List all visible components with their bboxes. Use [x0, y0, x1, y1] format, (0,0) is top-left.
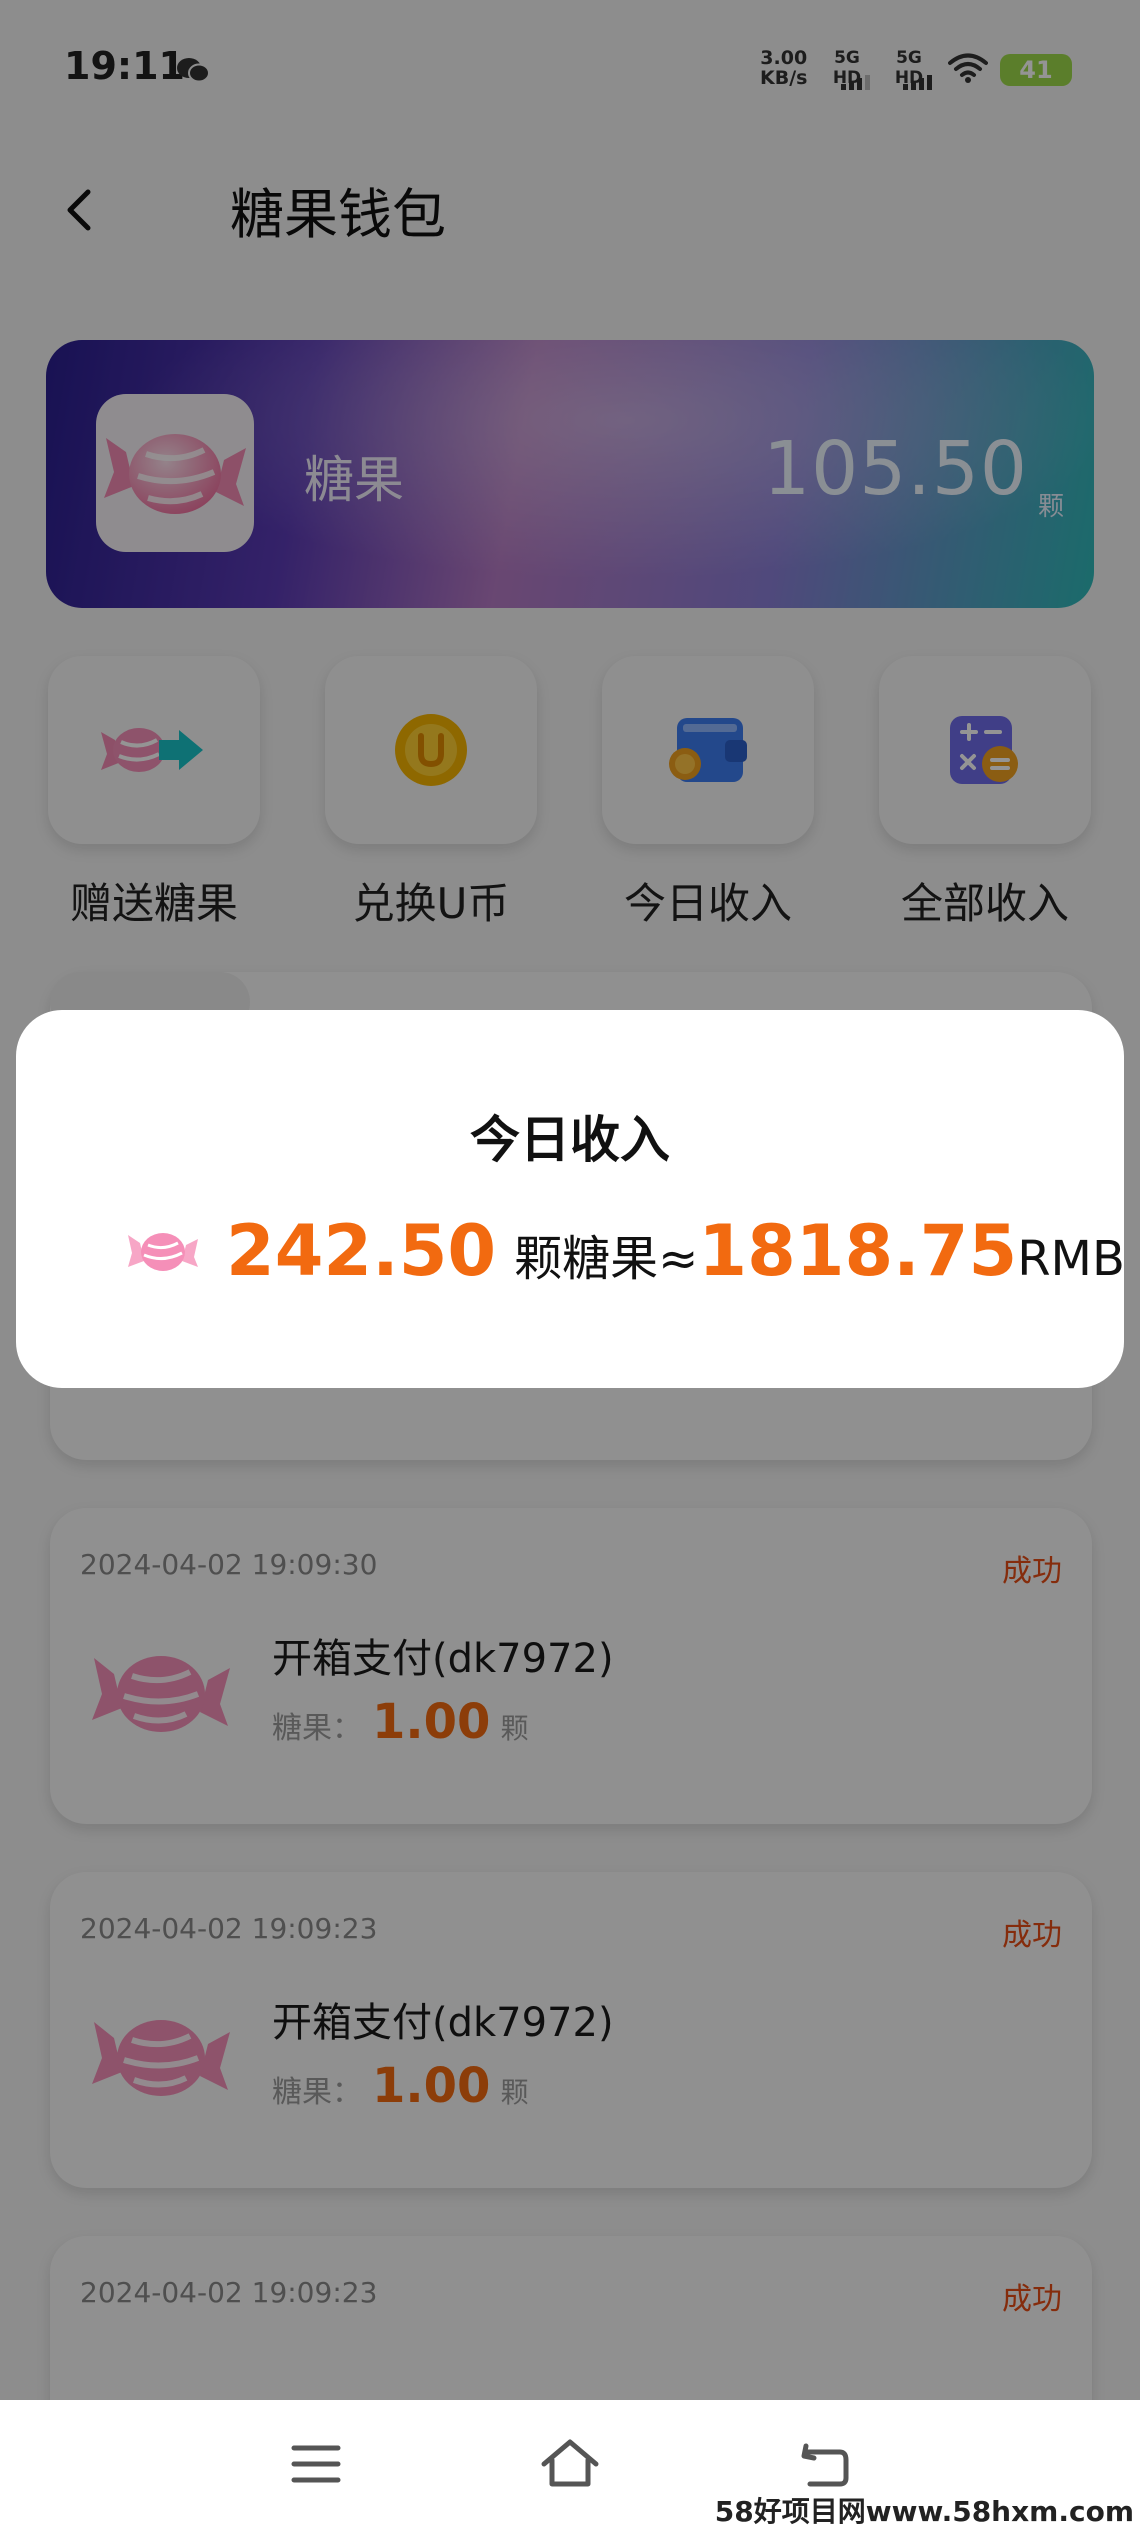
modal-candy-text: 颗糖果≈: [514, 1231, 699, 1287]
modal-candy-amount: 242.50: [226, 1210, 497, 1292]
menu-icon[interactable]: [286, 2434, 346, 2494]
today-income-modal: 今日收入 242.50 颗糖果≈ 1818.75 RMB: [16, 1010, 1125, 1388]
candy-icon: [128, 1233, 198, 1271]
modal-income-row: 242.50 颗糖果≈ 1818.75 RMB: [126, 1210, 1125, 1292]
back-icon[interactable]: [794, 2434, 854, 2494]
system-nav-bar: 58好项目网www.58hxm.com: [0, 2400, 1140, 2532]
home-icon[interactable]: [540, 2434, 600, 2494]
modal-rmb-amount: 1818.75: [698, 1210, 1018, 1292]
modal-title: 今日收入: [470, 1111, 670, 1169]
modal-rmb-unit: RMB: [1017, 1231, 1125, 1287]
watermark: 58好项目网www.58hxm.com: [708, 2492, 1140, 2532]
app-screen: 19:11 3.00 KB/s 5G HD 5G HD 41 糖果钱包 糖果 1…: [0, 0, 1140, 2400]
